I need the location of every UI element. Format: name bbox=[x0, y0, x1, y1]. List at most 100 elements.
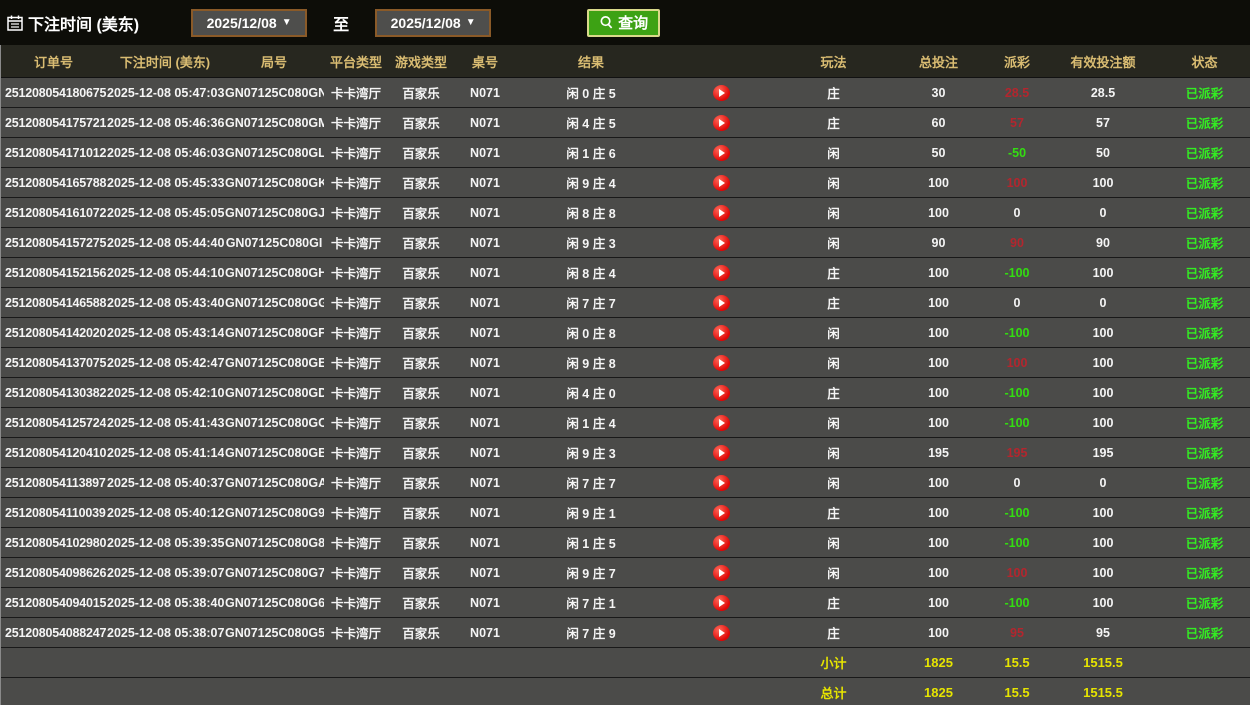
replay-cell bbox=[666, 78, 776, 108]
play-icon[interactable] bbox=[713, 85, 730, 101]
play-icon[interactable] bbox=[713, 145, 730, 161]
play-icon[interactable] bbox=[713, 505, 730, 521]
table-row: 2512080541029802025-12-08 05:39:35GN0712… bbox=[1, 528, 1250, 558]
bet-type-cell: 闲 bbox=[776, 228, 891, 258]
table-row: 2512080541757212025-12-08 05:46:36GN0712… bbox=[1, 108, 1250, 138]
result-cell: 闲 1 庄 6 bbox=[516, 138, 666, 168]
platform-type-cell: 卡卡湾厅 bbox=[324, 78, 388, 108]
platform-type-cell: 卡卡湾厅 bbox=[324, 318, 388, 348]
valid-bet-cell: 100 bbox=[1048, 318, 1158, 348]
platform-type-cell: 卡卡湾厅 bbox=[324, 498, 388, 528]
table-body: 2512080541806752025-12-08 05:47:03GN0712… bbox=[1, 78, 1250, 648]
payout-cell: 0 bbox=[986, 468, 1048, 498]
replay-cell bbox=[666, 138, 776, 168]
table-row: 2512080541806752025-12-08 05:47:03GN0712… bbox=[1, 78, 1250, 108]
query-button[interactable]: 查询 bbox=[587, 9, 660, 37]
platform-type-cell: 卡卡湾厅 bbox=[324, 438, 388, 468]
total-bet-cell: 50 bbox=[891, 138, 986, 168]
bet-type-cell: 庄 bbox=[776, 618, 891, 648]
table-row: 2512080540986262025-12-08 05:39:07GN0712… bbox=[1, 558, 1250, 588]
payout-cell: 100 bbox=[986, 558, 1048, 588]
play-icon[interactable] bbox=[713, 475, 730, 491]
result-cell: 闲 8 庄 4 bbox=[516, 258, 666, 288]
payout-cell: 195 bbox=[986, 438, 1048, 468]
table-no-cell: N071 bbox=[454, 408, 516, 438]
table-no-cell: N071 bbox=[454, 168, 516, 198]
bet-type-cell: 庄 bbox=[776, 108, 891, 138]
order-no-cell: 251208054137075 bbox=[1, 348, 106, 378]
round-no-cell: GN07125C080G6 bbox=[224, 588, 324, 618]
order-no-cell: 251208054157275 bbox=[1, 228, 106, 258]
game-type-cell: 百家乐 bbox=[388, 138, 454, 168]
round-no-cell: GN07125C080GM bbox=[224, 108, 324, 138]
replay-cell bbox=[666, 258, 776, 288]
payout-cell: 100 bbox=[986, 168, 1048, 198]
play-icon[interactable] bbox=[713, 175, 730, 191]
payout-cell: -100 bbox=[986, 258, 1048, 288]
result-cell: 闲 0 庄 5 bbox=[516, 78, 666, 108]
table-no-cell: N071 bbox=[454, 78, 516, 108]
bet-type-cell: 闲 bbox=[776, 198, 891, 228]
betting-records-page: 下注时间 (美东) 2025/12/08 ▼ 至 2025/12/08 ▼ 查询 bbox=[0, 0, 1250, 705]
play-icon[interactable] bbox=[713, 565, 730, 581]
query-button-label: 查询 bbox=[618, 12, 648, 33]
play-icon[interactable] bbox=[713, 385, 730, 401]
total-payout: 15.5 bbox=[986, 678, 1048, 705]
total-bet-cell: 195 bbox=[891, 438, 986, 468]
end-date-select[interactable]: 2025/12/08 ▼ bbox=[375, 9, 491, 37]
round-no-cell: GN07125C080GI bbox=[224, 228, 324, 258]
round-no-cell: GN07125C080GA bbox=[224, 468, 324, 498]
status-badge: 已派彩 bbox=[1158, 288, 1250, 318]
total-bet-cell: 100 bbox=[891, 468, 986, 498]
payout-cell: 0 bbox=[986, 198, 1048, 228]
status-badge: 已派彩 bbox=[1158, 438, 1250, 468]
start-date-select[interactable]: 2025/12/08 ▼ bbox=[191, 9, 307, 37]
valid-bet-cell: 100 bbox=[1048, 168, 1158, 198]
play-icon[interactable] bbox=[713, 625, 730, 641]
round-no-cell: GN07125C080GL bbox=[224, 138, 324, 168]
play-icon[interactable] bbox=[713, 235, 730, 251]
play-icon[interactable] bbox=[713, 355, 730, 371]
bet-time-cell: 2025-12-08 05:42:47 bbox=[106, 348, 224, 378]
payout-cell: 90 bbox=[986, 228, 1048, 258]
game-type-cell: 百家乐 bbox=[388, 588, 454, 618]
result-cell: 闲 7 庄 1 bbox=[516, 588, 666, 618]
end-date-value: 2025/12/08 bbox=[391, 15, 461, 31]
payout-cell: 28.5 bbox=[986, 78, 1048, 108]
page-title-label: 下注时间 (美东) bbox=[28, 11, 139, 35]
betting-records-table: 订单号 下注时间 (美东) 局号 平台类型 游戏类型 桌号 结果 玩法 总投注 … bbox=[0, 45, 1250, 705]
play-icon[interactable] bbox=[713, 415, 730, 431]
total-bet-cell: 100 bbox=[891, 378, 986, 408]
play-icon[interactable] bbox=[713, 295, 730, 311]
bet-type-cell: 闲 bbox=[776, 318, 891, 348]
payout-cell: 57 bbox=[986, 108, 1048, 138]
play-icon[interactable] bbox=[713, 535, 730, 551]
table-no-cell: N071 bbox=[454, 438, 516, 468]
play-icon[interactable] bbox=[713, 325, 730, 341]
total-bet-cell: 100 bbox=[891, 558, 986, 588]
order-no-cell: 251208054152156 bbox=[1, 258, 106, 288]
order-no-cell: 251208054102980 bbox=[1, 528, 106, 558]
result-cell: 闲 9 庄 8 bbox=[516, 348, 666, 378]
bet-time-cell: 2025-12-08 05:47:03 bbox=[106, 78, 224, 108]
play-icon[interactable] bbox=[713, 445, 730, 461]
bet-time-cell: 2025-12-08 05:44:40 bbox=[106, 228, 224, 258]
payout-cell: -100 bbox=[986, 498, 1048, 528]
bet-time-cell: 2025-12-08 05:38:40 bbox=[106, 588, 224, 618]
bet-time-cell: 2025-12-08 05:41:43 bbox=[106, 408, 224, 438]
platform-type-cell: 卡卡湾厅 bbox=[324, 348, 388, 378]
total-bet-cell: 100 bbox=[891, 258, 986, 288]
header-result: 结果 bbox=[516, 45, 666, 78]
result-cell: 闲 8 庄 8 bbox=[516, 198, 666, 228]
play-icon[interactable] bbox=[713, 205, 730, 221]
play-icon[interactable] bbox=[713, 265, 730, 281]
total-valid: 1515.5 bbox=[1048, 678, 1158, 705]
bet-time-cell: 2025-12-08 05:44:10 bbox=[106, 258, 224, 288]
play-icon[interactable] bbox=[713, 595, 730, 611]
play-icon[interactable] bbox=[713, 115, 730, 131]
total-bet-cell: 100 bbox=[891, 318, 986, 348]
result-cell: 闲 4 庄 0 bbox=[516, 378, 666, 408]
replay-cell bbox=[666, 438, 776, 468]
bet-time-cell: 2025-12-08 05:38:07 bbox=[106, 618, 224, 648]
round-no-cell: GN07125C080GF bbox=[224, 318, 324, 348]
